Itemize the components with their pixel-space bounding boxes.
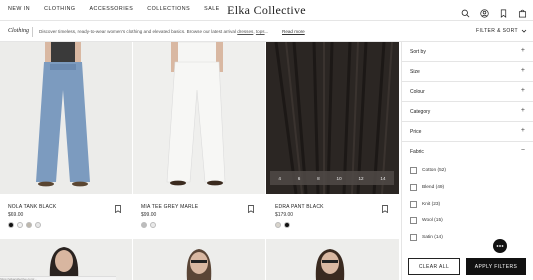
fabric-option-wool[interactable]: Wool (15)	[410, 216, 443, 225]
size-option[interactable]: 10	[337, 176, 342, 181]
color-swatch[interactable]	[17, 222, 23, 228]
product-price: $179.00	[275, 212, 294, 218]
checkbox[interactable]	[410, 167, 417, 174]
clear-all-button[interactable]: CLEAR ALL	[408, 258, 460, 275]
status-url-bar: https://elkacollective.com/...	[0, 276, 116, 280]
bag-icon[interactable]: 0	[518, 5, 530, 37]
plus-icon: +	[520, 107, 525, 114]
product-name[interactable]: NOLA TANK BLACK	[8, 204, 56, 210]
link-tops[interactable]: tops	[256, 29, 265, 34]
color-swatch[interactable]	[8, 222, 14, 228]
category-title: Clothing	[8, 28, 30, 34]
size-option[interactable]: 14	[380, 176, 385, 181]
product-price: $69.00	[8, 212, 24, 218]
facet-colour[interactable]: Colour +	[402, 82, 533, 102]
category-description: Discover timeless, ready-to-wear women's…	[39, 29, 269, 34]
facet-category[interactable]: Category +	[402, 102, 533, 122]
chat-icon[interactable]	[493, 239, 507, 253]
size-selector: 4 6 8 10 12 14	[270, 171, 394, 185]
fabric-option-blend[interactable]: Blend (49)	[410, 183, 444, 192]
product-price: $99.00	[141, 212, 157, 218]
filter-panel: Sort by + Size + Colour + Category + Price + …	[401, 42, 533, 280]
fabric-option-cotton[interactable]: Cotton (52)	[410, 166, 446, 175]
size-option[interactable]: 4	[278, 176, 281, 181]
facet-size[interactable]: Size +	[402, 62, 533, 82]
account-icon[interactable]	[480, 5, 489, 18]
plus-icon: +	[520, 47, 525, 54]
product-image[interactable]	[0, 239, 132, 280]
color-swatch[interactable]	[141, 222, 147, 228]
color-swatch[interactable]	[275, 222, 281, 228]
search-icon[interactable]	[461, 5, 470, 18]
color-swatch[interactable]	[26, 222, 32, 228]
plus-icon: +	[520, 87, 525, 94]
plus-icon: +	[520, 67, 525, 74]
divider	[32, 27, 33, 37]
product-name[interactable]: EDRA PANT BLACK	[275, 204, 324, 210]
checkbox[interactable]	[410, 201, 417, 208]
read-more-link[interactable]: Read more	[282, 29, 305, 34]
product-image-mia-tee[interactable]	[133, 42, 265, 194]
bookmark-icon[interactable]	[499, 5, 508, 18]
product-name[interactable]: MIA TEE GREY MARLE	[141, 204, 198, 210]
color-swatch[interactable]	[150, 222, 156, 228]
facet-fabric[interactable]: Fabric −	[402, 142, 533, 162]
color-swatch[interactable]	[284, 222, 290, 228]
fabric-option-knit[interactable]: Knit (23)	[410, 200, 440, 209]
checkbox[interactable]	[410, 217, 417, 224]
bookmark-icon[interactable]	[382, 205, 388, 213]
product-image-nola-tank[interactable]	[0, 42, 132, 194]
checkbox[interactable]	[410, 184, 417, 191]
nav-icons: 0	[461, 5, 530, 37]
size-option[interactable]: 8	[317, 176, 320, 181]
category-bar: Clothing Discover timeless, ready-to-wea…	[0, 22, 533, 42]
product-image[interactable]	[133, 239, 265, 280]
chevron-down-icon	[521, 29, 527, 33]
bookmark-icon[interactable]	[248, 205, 254, 213]
checkbox[interactable]	[410, 234, 417, 241]
bookmark-icon[interactable]	[115, 205, 121, 213]
top-nav: NEW IN CLOTHING ACCESSORIES COLLECTIONS …	[0, 0, 533, 37]
size-option[interactable]: 12	[358, 176, 363, 181]
facet-sort-by[interactable]: Sort by +	[402, 42, 533, 62]
brand-logo[interactable]: Elka Collective	[0, 3, 533, 18]
apply-filters-button[interactable]: APPLY FILTERS	[466, 258, 526, 275]
product-image[interactable]	[266, 239, 399, 280]
plus-icon: +	[520, 127, 525, 134]
link-dresses[interactable]: dresses	[237, 29, 253, 34]
color-swatch[interactable]	[35, 222, 41, 228]
fabric-option-satin[interactable]: Satin (14)	[410, 233, 443, 242]
facet-price[interactable]: Price +	[402, 122, 533, 142]
minus-icon: −	[520, 147, 525, 154]
size-option[interactable]: 6	[298, 176, 301, 181]
filter-sort-button[interactable]: FILTER & SORT	[476, 28, 527, 34]
